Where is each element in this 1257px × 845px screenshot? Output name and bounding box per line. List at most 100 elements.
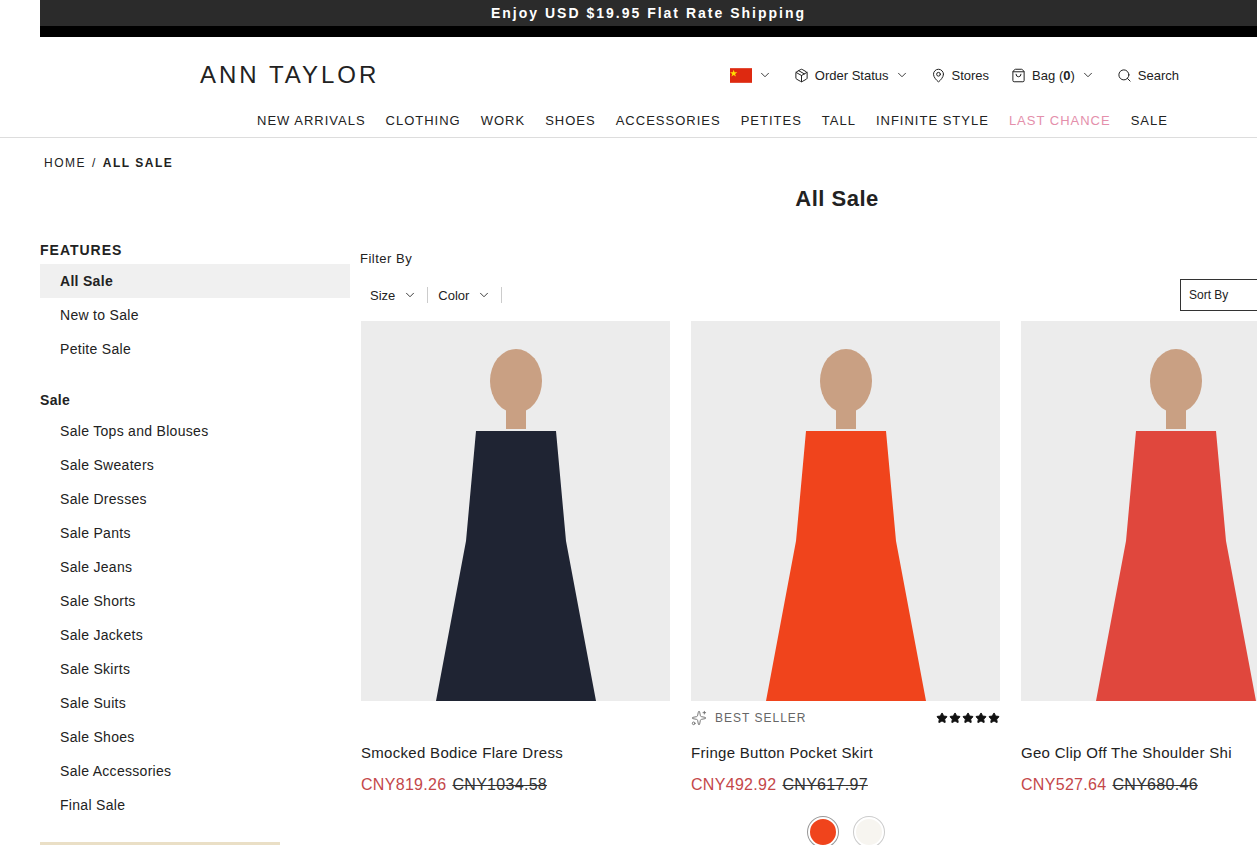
star-rating: [936, 712, 1000, 724]
product-card: BEST SELLER Fringe Button Pocket Skirt CNY…: [691, 321, 1000, 845]
sidebar-item[interactable]: Sale Dresses: [40, 482, 350, 516]
sparkle-icon: [691, 710, 707, 726]
product-name[interactable]: Smocked Bodice Flare Dress: [361, 743, 670, 763]
sale-price: CNY527.64: [1021, 775, 1106, 795]
nav-item[interactable]: SALE: [1131, 113, 1168, 129]
main-nav: NEW ARRIVALS CLOTHING WORK SHOES ACCESSORIES…: [0, 95, 1257, 137]
sidebar-item[interactable]: Sale Tops and Blouses: [40, 414, 350, 448]
nav-item[interactable]: WORK: [481, 113, 525, 129]
product-card: Smocked Bodice Flare Dress CNY819.26CNY10…: [361, 321, 670, 845]
sidebar-item[interactable]: New to Sale: [40, 298, 350, 332]
map-pin-icon: [931, 68, 946, 83]
sidebar: FEATURES All SaleNew to SalePetite Sale Sa…: [40, 213, 350, 845]
star-icon: [975, 712, 987, 724]
product-prices: CNY492.92CNY617.97: [691, 775, 1000, 795]
product-area: Filter By SizeColor Sort By Smocked Bodice …: [360, 213, 1257, 845]
sidebar-section: SaleSale Tops and BlousesSale SweatersSa…: [40, 391, 350, 822]
order-box-icon: [794, 68, 809, 83]
stores-link[interactable]: Stores: [931, 68, 990, 83]
star-icon: [988, 712, 1000, 724]
sale-price: CNY492.92: [691, 775, 776, 795]
sidebar-heading: Sale: [40, 391, 350, 409]
nav-item[interactable]: CLOTHING: [386, 113, 461, 129]
nav-item[interactable]: INFINITE STYLE: [876, 113, 989, 129]
star-icon: [949, 712, 961, 724]
nav-item[interactable]: NEW ARRIVALS: [257, 113, 366, 129]
breadcrumb: HOME / ALL SALE: [0, 138, 1257, 171]
order-link[interactable]: Order Status: [794, 68, 909, 83]
chevron-down-icon: [1081, 68, 1095, 82]
product-photo-figure: [406, 341, 626, 701]
sort-dropdown[interactable]: Sort By: [1180, 279, 1257, 311]
product-prices: CNY527.64 CNY680.46: [1021, 775, 1257, 795]
sidebar-item[interactable]: Sale Skirts: [40, 652, 350, 686]
utilities: Order Status Stores Bag (0) Search: [730, 68, 1179, 83]
logo[interactable]: ANN TAYLOR: [200, 55, 379, 95]
sidebar-item[interactable]: Sale Shorts: [40, 584, 350, 618]
sidebar-item[interactable]: Sale Suits: [40, 686, 350, 720]
product-photo-figure: [736, 341, 956, 701]
nav-item[interactable]: SHOES: [545, 113, 596, 129]
bag-link[interactable]: Bag (0): [1011, 68, 1095, 83]
product-grid: Smocked Bodice Flare Dress CNY819.26CNY10…: [361, 321, 1257, 845]
country-selector[interactable]: [730, 68, 772, 83]
sidebar-list: All SaleNew to SalePetite Sale: [40, 264, 350, 366]
product-name[interactable]: Geo Clip Off The Shoulder Shi: [1021, 743, 1257, 763]
sidebar-item[interactable]: Petite Sale: [40, 332, 350, 366]
promo-strip: [40, 26, 1257, 37]
sidebar-item[interactable]: Sale Jackets: [40, 618, 350, 652]
sidebar-list: Sale Tops and BlousesSale SweatersSale D…: [40, 414, 350, 822]
sidebar-item[interactable]: Sale Jeans: [40, 550, 350, 584]
search-link[interactable]: Search: [1117, 68, 1179, 83]
nav-item[interactable]: PETITES: [741, 113, 802, 129]
filter-label: Filter By: [360, 251, 1257, 267]
product-badge: BEST SELLER: [691, 710, 806, 726]
color-swatches: [691, 817, 1000, 845]
page-title: All Sale: [360, 185, 1257, 213]
original-price: CNY680.46: [1112, 775, 1197, 795]
color-swatch[interactable]: [808, 817, 838, 845]
chevron-down-icon: [403, 288, 417, 302]
product-photo-figure: [1066, 341, 1257, 701]
sidebar-item[interactable]: Sale Shoes: [40, 720, 350, 754]
chevron-down-icon: [477, 288, 491, 302]
product-photo[interactable]: [361, 321, 670, 701]
product-photo[interactable]: [1021, 321, 1257, 701]
sidebar-section: FEATURES All SaleNew to SalePetite Sale: [40, 241, 350, 366]
chevron-down-icon: [895, 68, 909, 82]
product-name[interactable]: Fringe Button Pocket Skirt: [691, 743, 1000, 763]
filter-dropdown[interactable]: Color: [428, 287, 502, 303]
sidebar-item[interactable]: All Sale: [40, 264, 350, 298]
nav-item[interactable]: TALL: [822, 113, 856, 129]
content: FEATURES All SaleNew to SalePetite Sale Sa…: [0, 213, 1257, 845]
sidebar-item[interactable]: Final Sale: [40, 788, 350, 822]
sidebar-item[interactable]: Sale Sweaters: [40, 448, 350, 482]
bag-icon: [1011, 68, 1026, 83]
product-prices: CNY819.26CNY1034.58: [361, 775, 670, 795]
filter-dropdown[interactable]: Size: [360, 287, 428, 303]
original-price: CNY1034.58: [452, 775, 547, 795]
sidebar-heading: FEATURES: [40, 241, 350, 259]
star-icon: [962, 712, 974, 724]
promo-wrap: Enjoy USD $19.95 Flat Rate Shipping: [40, 0, 1257, 37]
sidebar-item[interactable]: Sale Pants: [40, 516, 350, 550]
header-top-row: ANN TAYLOR Order Status Stores Bag (0) Searc…: [0, 37, 1257, 95]
promo-bar: Enjoy USD $19.95 Flat Rate Shipping: [40, 0, 1257, 26]
page: Enjoy USD $19.95 Flat Rate Shipping ANN T…: [0, 0, 1257, 845]
star-icon: [936, 712, 948, 724]
sidebar-item[interactable]: Sale Accessories: [40, 754, 350, 788]
nav-item[interactable]: ACCESSORIES: [616, 113, 721, 129]
product-photo[interactable]: [691, 321, 1000, 701]
breadcrumb-item: ALL SALE: [103, 155, 173, 171]
filter-row: SizeColor Sort By: [360, 279, 1257, 311]
china-flag-icon: [730, 68, 752, 83]
product-meta: BEST SELLER: [691, 709, 1000, 727]
breadcrumb-item[interactable]: HOME: [44, 155, 86, 171]
product-card: Geo Clip Off The Shoulder ShiCNY527.64CN…: [1021, 321, 1257, 845]
color-swatch[interactable]: [854, 817, 884, 845]
search-icon: [1117, 68, 1132, 83]
breadcrumb-separator: /: [92, 155, 97, 171]
nav-item[interactable]: LAST CHANCE: [1009, 113, 1111, 129]
